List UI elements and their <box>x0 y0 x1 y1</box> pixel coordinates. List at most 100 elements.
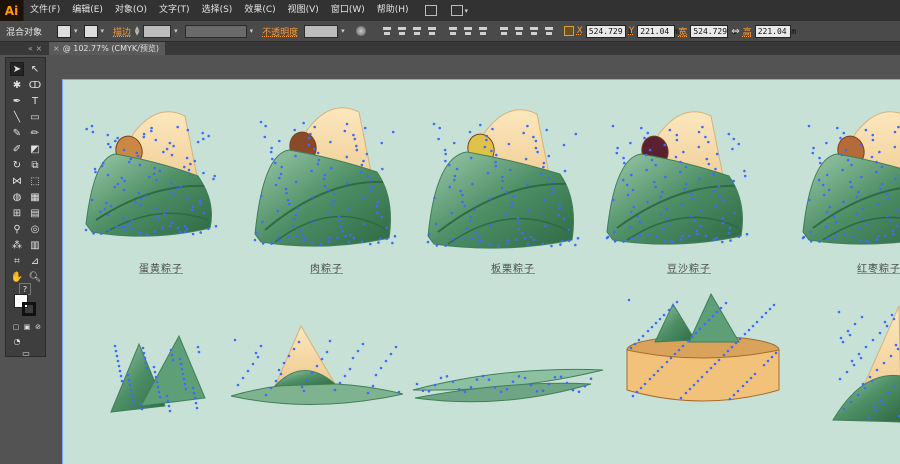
menu-window[interactable]: 窗口(W) <box>325 0 371 21</box>
zoom-tool-icon[interactable]: 🔍︎ <box>28 270 42 284</box>
zongzi-large-partial <box>832 305 900 423</box>
artboard-tool-icon[interactable]: ⌗ <box>10 254 24 268</box>
leaf-pair <box>412 368 604 403</box>
menu-select[interactable]: 选择(S) <box>196 0 239 21</box>
stroke-label[interactable]: 描边 <box>113 25 131 38</box>
artboard[interactable]: 蛋黄粽子 肉粽子 板栗粽子 豆沙粽子 红枣粽子 <box>62 79 900 464</box>
stroke-swatch[interactable] <box>22 302 36 316</box>
y-label: Y <box>628 26 635 36</box>
label-chestnut-zongzi: 板栗粽子 <box>491 264 535 275</box>
label-egg-yolk-zongzi: 蛋黄粽子 <box>139 264 183 275</box>
arrange-documents-icon[interactable] <box>450 5 463 16</box>
label-meat-zongzi: 肉粽子 <box>310 264 343 275</box>
constrain-proportions-icon[interactable]: ⇔ <box>731 26 739 37</box>
menu-effect[interactable]: 效果(C) <box>238 0 281 21</box>
app-logo: Ai <box>0 0 24 21</box>
fill-color-swatch[interactable] <box>57 24 72 38</box>
opacity-label[interactable]: 不透明度 <box>262 25 298 38</box>
menu-view[interactable]: 视图(V) <box>282 0 325 21</box>
free-transform-tool-icon[interactable]: ⬚ <box>28 174 42 188</box>
eraser-tool-icon[interactable]: ◩ <box>28 142 42 156</box>
scale-tool-icon[interactable]: ⧉ <box>28 158 42 172</box>
distribute-top-icon[interactable] <box>498 25 510 37</box>
fill-dropdown-icon[interactable]: ▾ <box>74 27 78 35</box>
line-tool-icon[interactable]: ╲ <box>10 110 24 124</box>
bridge-icon[interactable] <box>424 5 437 16</box>
direct-selection-tool-icon[interactable]: ↖ <box>28 62 42 76</box>
steamer-basket <box>626 292 780 402</box>
paintbrush-tool-icon[interactable]: ✎ <box>10 126 24 140</box>
document-tab[interactable]: × @ 102.77% (CMYK/预览) <box>49 42 165 55</box>
align-top-icon[interactable] <box>447 25 459 37</box>
menu-file[interactable]: 文件(F) <box>24 0 66 21</box>
label-red-date-zongzi: 红枣粽子 <box>857 264 900 275</box>
x-field[interactable]: 524.729 i <box>585 24 632 38</box>
align-center-icon[interactable] <box>411 25 423 37</box>
screen-mode-icon[interactable]: ▭ <box>19 346 33 360</box>
stroke-weight-field[interactable] <box>143 24 172 38</box>
align-left-icon[interactable] <box>396 25 408 37</box>
selection-tool-icon[interactable]: ➤ <box>10 62 24 76</box>
profile-dropdown-icon[interactable]: ▾ <box>250 27 254 35</box>
none-mode-icon[interactable]: ⊘ <box>31 320 45 334</box>
recolor-artwork-icon[interactable] <box>355 26 366 36</box>
align-middle-icon[interactable] <box>462 25 474 37</box>
align-right-icon[interactable] <box>426 25 438 37</box>
stroke-color-swatch[interactable] <box>83 24 98 38</box>
distribute-center-icon[interactable] <box>513 25 525 37</box>
reference-point-icon[interactable] <box>563 26 574 36</box>
opacity-field[interactable] <box>304 24 339 38</box>
mesh-tool-icon[interactable]: ⊞ <box>10 206 24 220</box>
magic-wand-tool-icon[interactable]: ✱ <box>10 78 24 92</box>
menu-object[interactable]: 对象(O) <box>109 0 153 21</box>
stroke-weight-dropdown-icon[interactable]: ▾ <box>174 27 178 35</box>
object-type-label: 混合对象 <box>6 27 43 38</box>
opacity-dropdown-icon[interactable]: ▾ <box>341 27 345 35</box>
stroke-dropdown-icon[interactable]: ▾ <box>101 27 105 35</box>
lasso-tool-icon[interactable]: ↀ <box>28 78 42 92</box>
toolbox: ➤ ↖ ✱ ↀ ✒ T ╲ ▭ ✎ ✏ ✐ ◩ ↻ ⧉ ⋈ ⬚ ◍ ▦ ⊞ ▤ … <box>5 57 46 360</box>
blend-tool-icon[interactable]: ◎ <box>28 222 42 236</box>
width-field[interactable]: 524.729 i <box>690 24 737 38</box>
arrange-dropdown-icon[interactable]: ▾ <box>465 7 469 15</box>
menu-edit[interactable]: 编辑(E) <box>66 0 109 21</box>
variable-width-profile[interactable] <box>184 24 247 38</box>
menu-help[interactable]: 帮助(H) <box>371 0 415 21</box>
distribute-left-icon[interactable] <box>543 25 555 37</box>
hand-tool-icon[interactable]: ✋ <box>10 270 24 284</box>
canvas-area[interactable]: 蛋黄粽子 肉粽子 板栗粽子 豆沙粽子 红枣粽子 <box>46 55 900 464</box>
label-red-bean-zongzi: 豆沙粽子 <box>667 264 711 275</box>
zongzi-chestnut <box>427 109 574 249</box>
type-tool-icon[interactable]: T <box>28 94 42 108</box>
pen-tool-icon[interactable]: ✒ <box>10 94 24 108</box>
rotate-tool-icon[interactable]: ↻ <box>10 158 24 172</box>
zongzi-egg-yolk <box>85 111 212 237</box>
control-bar: 混合对象 ▾ ▾ 描边 ▲ ▼ ▾ ▾ 不透明度 ▾ X 524.729 i Y … <box>0 21 900 42</box>
rectangle-tool-icon[interactable]: ▭ <box>28 110 42 124</box>
width-tool-icon[interactable]: ⋈ <box>10 174 24 188</box>
eyedropper-tool-icon[interactable]: ⚲ <box>10 222 24 236</box>
height-label: 高 <box>742 27 752 38</box>
column-graph-tool-icon[interactable]: ▥ <box>28 238 42 252</box>
gradient-tool-icon[interactable]: ▤ <box>28 206 42 220</box>
stroke-weight-spinner[interactable]: ▲ ▼ <box>134 25 140 37</box>
zongzi-red-bean <box>606 111 743 245</box>
toolbox-grip[interactable]: « × <box>0 42 46 55</box>
slice-tool-icon[interactable]: ⊿ <box>28 254 42 268</box>
blob-brush-tool-icon[interactable]: ✐ <box>10 142 24 156</box>
align-to-icon[interactable] <box>381 25 393 37</box>
width-label: 宽 <box>678 27 688 38</box>
height-field[interactable]: 221.04 m <box>754 24 796 38</box>
symbol-sprayer-tool-icon[interactable]: ⁂ <box>10 238 24 252</box>
document-tab-close[interactable]: × <box>53 44 60 53</box>
zongzi-pair <box>110 334 206 413</box>
pencil-tool-icon[interactable]: ✏ <box>28 126 42 140</box>
y-field[interactable]: 221.04 m <box>637 24 679 38</box>
menu-type[interactable]: 文字(T) <box>153 0 196 21</box>
perspective-grid-tool-icon[interactable]: ▦ <box>28 190 42 204</box>
align-bottom-icon[interactable] <box>477 25 489 37</box>
distribute-bottom-icon[interactable] <box>528 25 540 37</box>
zongzi-artwork[interactable] <box>63 80 900 464</box>
document-tab-title: @ 102.77% (CMYK/预览) <box>62 44 159 53</box>
shape-builder-tool-icon[interactable]: ◍ <box>10 190 24 204</box>
